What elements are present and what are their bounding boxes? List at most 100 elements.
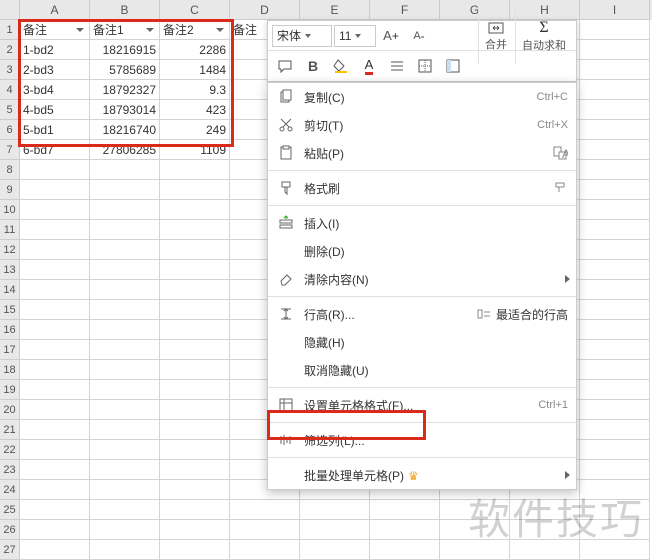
cell[interactable]: 备注 bbox=[20, 20, 90, 40]
cell[interactable]: 3-bd4 bbox=[20, 80, 90, 100]
cell[interactable] bbox=[160, 340, 230, 360]
cell[interactable]: 9.3 bbox=[160, 80, 230, 100]
cell[interactable] bbox=[580, 240, 650, 260]
cell[interactable] bbox=[90, 240, 160, 260]
row-header[interactable]: 1 bbox=[0, 20, 20, 40]
cell[interactable] bbox=[580, 60, 650, 80]
menu-copy[interactable]: 复制(C) Ctrl+C bbox=[268, 83, 576, 111]
cell[interactable] bbox=[580, 160, 650, 180]
cell[interactable]: 备注2 bbox=[160, 20, 230, 40]
cell[interactable] bbox=[20, 180, 90, 200]
cell[interactable] bbox=[580, 200, 650, 220]
cell[interactable] bbox=[580, 480, 650, 500]
row-header[interactable]: 8 bbox=[0, 160, 20, 180]
row-header[interactable]: 2 bbox=[0, 40, 20, 60]
cell[interactable]: 18792327 bbox=[90, 80, 160, 100]
row-header[interactable]: 13 bbox=[0, 260, 20, 280]
cell[interactable] bbox=[20, 300, 90, 320]
cell[interactable] bbox=[20, 220, 90, 240]
cell[interactable] bbox=[580, 360, 650, 380]
row-header[interactable]: 18 bbox=[0, 360, 20, 380]
cell[interactable] bbox=[160, 380, 230, 400]
cell[interactable] bbox=[20, 420, 90, 440]
row-header[interactable]: 14 bbox=[0, 280, 20, 300]
cell[interactable] bbox=[20, 160, 90, 180]
cell[interactable]: 423 bbox=[160, 100, 230, 120]
cell[interactable]: 6-bd7 bbox=[20, 140, 90, 160]
cell[interactable] bbox=[20, 340, 90, 360]
cell[interactable]: 27806285 bbox=[90, 140, 160, 160]
filter-dropdown-icon[interactable] bbox=[146, 28, 154, 32]
row-header[interactable]: 16 bbox=[0, 320, 20, 340]
cell[interactable] bbox=[580, 120, 650, 140]
cell[interactable] bbox=[370, 520, 440, 540]
row-header[interactable]: 24 bbox=[0, 480, 20, 500]
cell[interactable] bbox=[90, 540, 160, 560]
cell[interactable]: 1109 bbox=[160, 140, 230, 160]
cell[interactable] bbox=[580, 540, 650, 560]
cell[interactable] bbox=[20, 440, 90, 460]
cell[interactable] bbox=[20, 360, 90, 380]
cell[interactable] bbox=[580, 20, 650, 40]
cell[interactable] bbox=[90, 340, 160, 360]
comment-button[interactable] bbox=[272, 53, 298, 79]
cell[interactable] bbox=[580, 460, 650, 480]
cell[interactable]: 249 bbox=[160, 120, 230, 140]
autosum-group[interactable]: Σ 自动求和 bbox=[515, 8, 572, 64]
cell[interactable] bbox=[90, 360, 160, 380]
menu-batch[interactable]: 批量处理单元格(P)♛ bbox=[268, 461, 576, 489]
row-header[interactable]: 20 bbox=[0, 400, 20, 420]
cell[interactable]: 18793014 bbox=[90, 100, 160, 120]
align-button[interactable] bbox=[384, 53, 410, 79]
menu-cut[interactable]: 剪切(T) Ctrl+X bbox=[268, 111, 576, 139]
cell[interactable] bbox=[160, 260, 230, 280]
cell[interactable] bbox=[90, 260, 160, 280]
cell[interactable] bbox=[90, 220, 160, 240]
cell[interactable] bbox=[20, 400, 90, 420]
decrease-font-button[interactable]: A- bbox=[406, 23, 432, 49]
cell[interactable]: 4-bd5 bbox=[20, 100, 90, 120]
menu-format-cells[interactable]: 设置单元格格式(F)... Ctrl+1 bbox=[268, 391, 576, 419]
menu-format-painter[interactable]: 格式刷 bbox=[268, 174, 576, 202]
autofit-icon[interactable]: 最适合的行高 bbox=[476, 306, 568, 322]
row-header[interactable]: 11 bbox=[0, 220, 20, 240]
size-select[interactable]: 11 bbox=[334, 25, 376, 47]
cell[interactable]: 18216740 bbox=[90, 120, 160, 140]
filter-dropdown-icon[interactable] bbox=[76, 28, 84, 32]
cell[interactable] bbox=[160, 320, 230, 340]
cell[interactable] bbox=[20, 520, 90, 540]
cell[interactable] bbox=[580, 260, 650, 280]
border-button[interactable] bbox=[412, 53, 438, 79]
cell[interactable] bbox=[160, 420, 230, 440]
freeze-button[interactable] bbox=[440, 53, 466, 79]
bold-button[interactable]: B bbox=[300, 53, 326, 79]
cell[interactable] bbox=[440, 520, 510, 540]
row-header[interactable]: 4 bbox=[0, 80, 20, 100]
col-B[interactable]: B bbox=[90, 0, 160, 20]
cell[interactable] bbox=[20, 280, 90, 300]
col-A[interactable]: A bbox=[20, 0, 90, 20]
cell[interactable]: 5785689 bbox=[90, 60, 160, 80]
cell[interactable]: 2286 bbox=[160, 40, 230, 60]
cell[interactable] bbox=[160, 180, 230, 200]
cell[interactable]: 5-bd1 bbox=[20, 120, 90, 140]
row-header[interactable]: 21 bbox=[0, 420, 20, 440]
cell[interactable] bbox=[370, 500, 440, 520]
row-header[interactable]: 17 bbox=[0, 340, 20, 360]
cell[interactable] bbox=[580, 320, 650, 340]
menu-row-height[interactable]: 行高(R)... 最适合的行高 bbox=[268, 300, 576, 328]
menu-delete[interactable]: 删除(D) bbox=[268, 237, 576, 265]
cell[interactable] bbox=[230, 520, 300, 540]
cell[interactable] bbox=[230, 500, 300, 520]
row-header[interactable]: 7 bbox=[0, 140, 20, 160]
cell[interactable] bbox=[20, 460, 90, 480]
row-header[interactable]: 19 bbox=[0, 380, 20, 400]
row-header[interactable]: 26 bbox=[0, 520, 20, 540]
font-color-button[interactable]: A bbox=[356, 53, 382, 79]
cell[interactable] bbox=[90, 520, 160, 540]
cell[interactable] bbox=[580, 420, 650, 440]
row-header[interactable]: 15 bbox=[0, 300, 20, 320]
row-header[interactable]: 5 bbox=[0, 100, 20, 120]
cell[interactable] bbox=[90, 300, 160, 320]
cell[interactable] bbox=[160, 540, 230, 560]
